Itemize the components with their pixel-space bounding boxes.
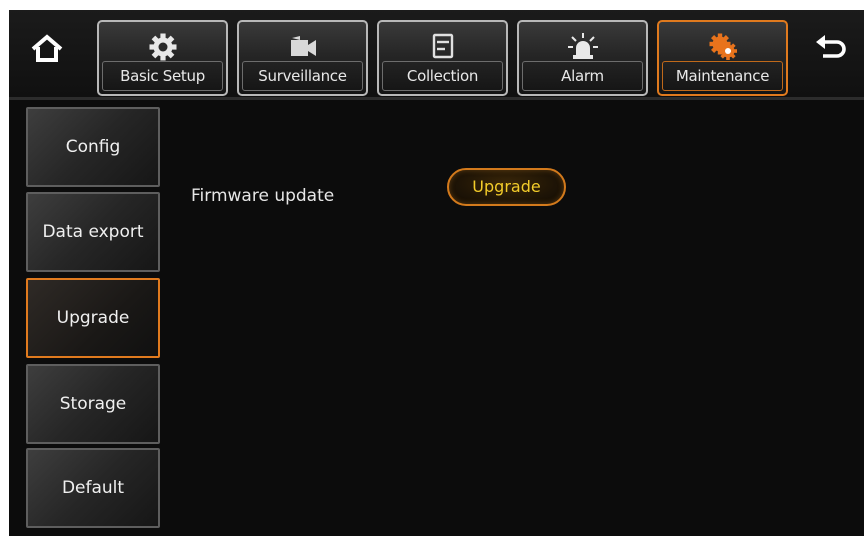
sidebar-item-label: Upgrade	[56, 308, 130, 328]
maintenance-screen: Basic Setup Surveillance Collection Alar…	[9, 10, 864, 536]
tab-label: Maintenance	[662, 61, 783, 91]
sidebar-item-label: Config	[65, 137, 121, 157]
maintenance-gears-icon	[709, 33, 737, 60]
sidebar-item-data-export[interactable]: Data export	[26, 192, 160, 272]
home-icon	[31, 34, 63, 62]
back-arrow-icon	[816, 35, 846, 58]
tab-alarm[interactable]: Alarm	[517, 20, 648, 96]
top-nav-bar: Basic Setup Surveillance Collection Alar…	[9, 10, 864, 97]
tab-surveillance[interactable]: Surveillance	[237, 20, 368, 96]
sidebar-item-upgrade[interactable]: Upgrade	[26, 278, 160, 358]
home-button[interactable]	[23, 24, 71, 72]
back-button[interactable]	[806, 24, 854, 72]
tab-basic-setup[interactable]: Basic Setup	[97, 20, 228, 96]
tab-label: Alarm	[522, 61, 643, 91]
video-camera-icon	[290, 36, 316, 56]
upgrade-button[interactable]: Upgrade	[447, 168, 566, 206]
tab-collection[interactable]: Collection	[377, 20, 508, 96]
sidebar-item-config[interactable]: Config	[26, 107, 160, 187]
tab-label: Collection	[382, 61, 503, 91]
nav-separator	[9, 97, 864, 100]
tab-maintenance[interactable]: Maintenance	[657, 20, 788, 96]
gear-icon	[149, 33, 176, 61]
sidebar-item-default[interactable]: Default	[26, 448, 160, 528]
form-icon	[432, 33, 453, 59]
sidebar-item-label: Data export	[42, 222, 144, 242]
sidebar-item-storage[interactable]: Storage	[26, 364, 160, 444]
siren-icon	[567, 33, 598, 59]
sidebar-item-label: Storage	[59, 394, 127, 414]
firmware-update-label: Firmware update	[191, 186, 335, 206]
sidebar-item-label: Default	[61, 478, 125, 498]
tab-label: Basic Setup	[102, 61, 223, 91]
tab-label: Surveillance	[242, 61, 363, 91]
